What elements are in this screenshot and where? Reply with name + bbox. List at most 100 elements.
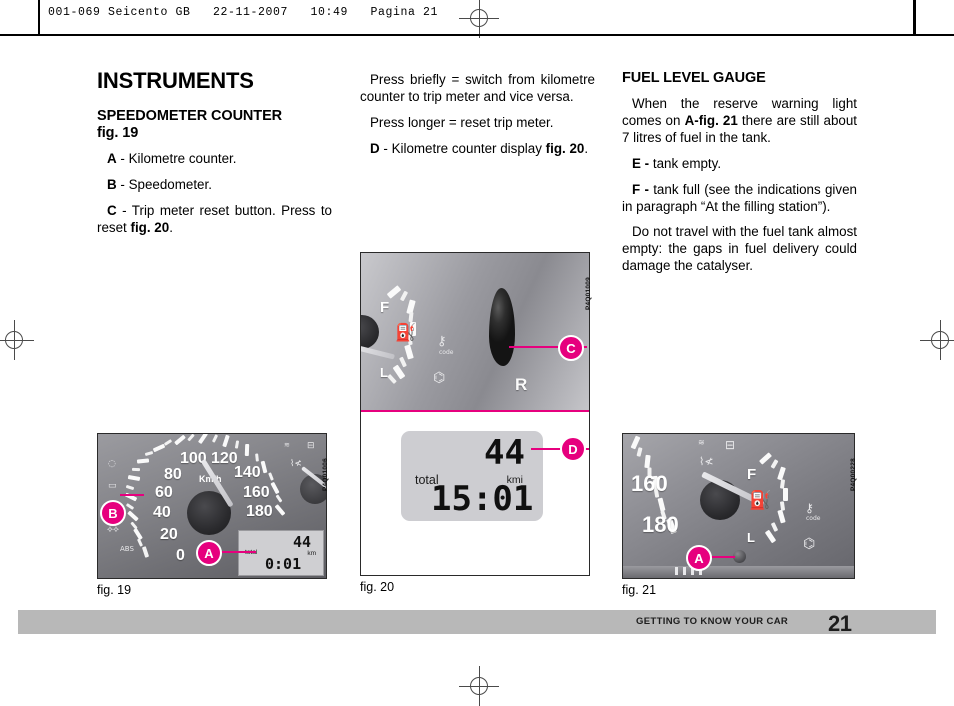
item-tail-c: . xyxy=(169,219,173,235)
gauge-tick xyxy=(131,467,141,472)
paragraph-press-briefly: Press briefly = switch from kilometre co… xyxy=(360,72,595,104)
fuel-tick xyxy=(387,373,397,385)
section-heading-fuel: FUEL LEVEL GAUGE xyxy=(622,70,766,86)
telltale-icon-hazard: ⟡⟡ xyxy=(107,525,119,535)
column-middle: Press briefly = switch from kilometre co… xyxy=(360,70,595,158)
gauge-tick-major xyxy=(127,474,141,482)
gauge-tick xyxy=(255,453,259,462)
gear-lever-knob xyxy=(489,288,515,366)
odometer-unit-label: km xyxy=(307,550,316,557)
fuel-label-low: L xyxy=(747,530,755,545)
lcd-odometer-value: 15:01 xyxy=(431,479,534,519)
fuel-tick-major xyxy=(386,285,402,299)
gauge-tick-major xyxy=(644,454,651,469)
telltale-icon-battery: ▭ xyxy=(108,481,117,491)
fuel-tick-major xyxy=(783,488,788,501)
speed-label-160: 160 xyxy=(243,484,270,501)
gauge-tick xyxy=(125,503,135,510)
telltale-icon-key-code: ⚷ xyxy=(805,501,814,515)
figure-19-code: P4Q01006 xyxy=(322,458,329,491)
telltale-icon-seatbelt: ⌇≮ xyxy=(699,455,714,468)
item-figref-d: fig. 20 xyxy=(545,140,585,156)
speed-label-180: 180 xyxy=(246,503,273,520)
gauge-tick-major xyxy=(270,481,280,495)
item-text-f: tank full (see the indications given in … xyxy=(622,181,857,214)
figure-19-caption: fig. 19 xyxy=(97,583,132,597)
header-rule-left-vertical xyxy=(38,0,40,34)
callout-bubble-b: B xyxy=(100,500,126,526)
header-rule xyxy=(18,34,936,36)
paragraph-press-longer: Press longer = reset trip meter. xyxy=(370,114,554,130)
item-letter-e: E - xyxy=(632,155,650,171)
column-left: INSTRUMENTS SPEEDOMETER COUNTER fig. 19 … xyxy=(97,70,332,237)
item-letter-a: A xyxy=(107,151,117,167)
speed-label-60: 60 xyxy=(155,484,173,501)
column-right: FUEL LEVEL GAUGE When the reserve warnin… xyxy=(622,70,857,275)
fuel-gauge-hub xyxy=(361,315,379,349)
gauge-tick-major xyxy=(657,497,666,512)
item-text-a: - Kilometre counter. xyxy=(116,151,237,167)
figure-20: F L ⛽ ⚷ code ⌬ R 44 total kmi 15:01 C D … xyxy=(360,252,595,607)
item-text-b: - Speedometer. xyxy=(116,177,212,193)
gauge-tick-major xyxy=(260,460,268,474)
fuel-label-full: F xyxy=(380,299,390,316)
paragraph-reserve-warning: When the reserve warning light comes on … xyxy=(622,96,857,147)
speed-label-160: 160 xyxy=(631,471,668,496)
registration-mark-right xyxy=(920,320,954,360)
fuel-tick-major xyxy=(404,344,414,360)
list-item-d: D - Kilometre counter display fig. 20. xyxy=(360,141,595,158)
odometer-lcd: total 44 km 0:01 xyxy=(238,530,324,576)
figure-21: 160 180 F L ⛽ ≋ ⊟ ⌇≮ ⚷ code ⌬ A P4Q00228… xyxy=(622,433,857,603)
fuel-pump-icon: ⛽ xyxy=(395,323,417,343)
figure-19: 100 120 80 140 60 160 40 180 20 0 Km/h ◌… xyxy=(97,433,332,603)
fuel-tick xyxy=(770,459,779,469)
registration-mark-left xyxy=(0,320,34,360)
gauge-tick xyxy=(268,472,274,481)
speed-label-20: 20 xyxy=(160,526,178,543)
section-heading-speedometer: SPEEDOMETER COUNTER fig. 19 xyxy=(97,108,332,142)
telltale-icon-oil: ◌ xyxy=(108,459,116,469)
telltale-icon-seatbelt: ⌇≮ xyxy=(290,459,302,469)
fuel-tick-major xyxy=(777,509,786,524)
telltale-icon-abs: ABS xyxy=(120,545,134,553)
list-item-c: C - Trip meter reset button. Press to re… xyxy=(97,203,332,237)
speed-label-80: 80 xyxy=(164,466,182,483)
registration-mark-top xyxy=(459,0,499,38)
fuel-label-low: L xyxy=(380,365,388,380)
gauge-tick xyxy=(187,434,195,442)
telltale-icon-door-open: ⊟ xyxy=(307,441,315,451)
speed-label-180: 180 xyxy=(642,512,679,537)
list-item-a: A - Kilometre counter. xyxy=(97,151,332,168)
page-title: INSTRUMENTS xyxy=(97,68,254,93)
callout-leader-a xyxy=(216,551,256,553)
gauge-tick xyxy=(144,450,154,457)
registration-mark-bottom xyxy=(459,666,499,706)
gauge-tick xyxy=(130,521,138,530)
odometer-trip-value: 44 xyxy=(292,533,311,551)
figure-20-caption: fig. 20 xyxy=(360,580,395,594)
paragraph-do-not-travel: Do not travel with the fuel tank almost … xyxy=(622,224,857,274)
trip-computer-lcd: 44 total kmi 15:01 xyxy=(401,431,543,521)
crop-mark-top-left-horizontal xyxy=(0,34,18,36)
gauge-tick xyxy=(234,440,240,449)
fuel-tick-major xyxy=(758,452,773,465)
speed-label-140: 140 xyxy=(234,464,261,481)
fuel-tick xyxy=(399,356,407,368)
telltale-icon-key-code: ⚷ xyxy=(437,334,447,349)
footer-bar xyxy=(18,610,936,634)
fuel-tick xyxy=(770,522,779,532)
telltale-icon-engine-check: ⌬ xyxy=(803,536,816,552)
item-letter-d: D xyxy=(370,140,380,156)
gauge-tick xyxy=(636,447,643,457)
item-letter-f: F - xyxy=(632,181,649,197)
telltale-code-label: code xyxy=(806,515,821,522)
gauge-tick-major xyxy=(127,510,139,522)
telltale-code-label: code xyxy=(439,349,454,356)
callout-bubble-a: A xyxy=(686,545,712,571)
telltale-icon-rear-defrost: ≋ xyxy=(284,441,290,449)
figure-20-upper-photo: F L ⛽ ⚷ code ⌬ R xyxy=(361,253,589,411)
fuel-tick xyxy=(408,311,414,323)
gauge-tick xyxy=(141,546,150,558)
item-text-d: - Kilometre counter display xyxy=(379,140,546,156)
fuel-label-full: F xyxy=(747,466,757,483)
